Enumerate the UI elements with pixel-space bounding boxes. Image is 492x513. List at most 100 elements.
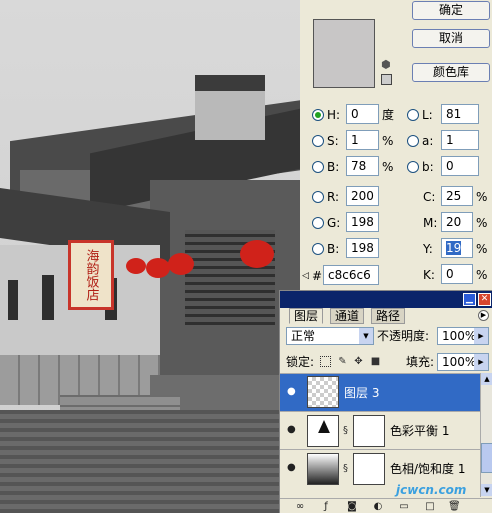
new-group-icon[interactable]: ▭: [398, 501, 410, 513]
trash-icon[interactable]: 🗑: [448, 501, 461, 513]
g-radio[interactable]: [312, 217, 324, 229]
hex-label: #: [312, 269, 323, 283]
window: [8, 280, 18, 320]
h-field[interactable]: 0: [346, 104, 379, 124]
layer-row[interactable]: ● § 色彩平衡 1: [280, 411, 480, 449]
a-label: a:: [422, 134, 434, 148]
web-safe-swatch-icon[interactable]: [381, 74, 392, 85]
add-mask-icon[interactable]: ◙: [346, 501, 358, 513]
blue-radio[interactable]: [312, 243, 324, 255]
ok-button[interactable]: 确定: [412, 1, 490, 20]
l-field[interactable]: 81: [441, 104, 479, 124]
palette-titlebar[interactable]: ▁ ✕: [280, 291, 492, 308]
r-field[interactable]: 200: [346, 186, 379, 206]
g-field[interactable]: 198: [346, 212, 379, 232]
b-lab-radio[interactable]: [407, 161, 419, 173]
r-radio[interactable]: [312, 191, 324, 203]
fill-label: 填充:: [406, 355, 435, 369]
lock-transparent-icon[interactable]: [320, 356, 331, 367]
b-lab-field[interactable]: 0: [441, 156, 479, 176]
dormer-window: [195, 75, 265, 140]
palette-menu-icon[interactable]: ▶: [478, 310, 489, 321]
lock-image-brush-icon[interactable]: ✎: [337, 356, 348, 367]
red-lantern: [240, 240, 274, 268]
tab-layers[interactable]: 图层: [289, 308, 324, 324]
watermark: jcwcn.com: [396, 483, 467, 497]
current-color-swatch[interactable]: [313, 59, 375, 88]
blue-field[interactable]: 198: [346, 238, 379, 258]
k-unit: %: [476, 268, 488, 282]
new-layer-icon[interactable]: □: [424, 501, 436, 513]
hex-indicator-icon: ◁: [302, 271, 309, 281]
blend-mode-select[interactable]: 正常 ▼: [286, 327, 374, 345]
r-label: R:: [327, 190, 340, 204]
tab-paths[interactable]: 路径: [371, 308, 406, 324]
eye-icon[interactable]: ●: [287, 425, 299, 435]
out-of-gamut-cube-icon[interactable]: ⬢: [381, 58, 393, 71]
m-unit: %: [476, 216, 488, 230]
b-radio[interactable]: [312, 161, 324, 173]
s-field[interactable]: 1: [346, 130, 379, 150]
h-label: H:: [327, 108, 341, 122]
c-unit: %: [476, 190, 488, 204]
mask-thumbnail[interactable]: [353, 415, 385, 447]
scroll-up-icon[interactable]: ▲: [481, 373, 492, 385]
lock-position-move-icon[interactable]: ✥: [353, 356, 364, 367]
adjustment-icon: [307, 453, 339, 485]
link-layers-icon[interactable]: ∞: [294, 501, 306, 513]
lock-all-icon[interactable]: ■: [370, 356, 381, 367]
layer-name: 色相/饱和度 1: [390, 462, 466, 476]
layers-scrollbar[interactable]: ▲ ▼: [480, 373, 492, 497]
s-unit: %: [382, 134, 394, 148]
layer-row[interactable]: ● § 色相/饱和度 1: [280, 449, 480, 487]
eye-icon[interactable]: ●: [287, 387, 299, 397]
cancel-button[interactable]: 取消: [412, 29, 490, 48]
c-field[interactable]: 25: [441, 186, 473, 206]
k-field[interactable]: 0: [441, 264, 473, 284]
m-field[interactable]: 20: [441, 212, 473, 232]
new-adjustment-icon[interactable]: ◐: [372, 501, 384, 513]
scroll-thumb[interactable]: [481, 443, 492, 473]
opacity-field[interactable]: 100% ▶: [437, 327, 489, 345]
chevron-down-icon: ▼: [359, 328, 373, 344]
b-unit: %: [382, 160, 394, 174]
y-field[interactable]: 19: [441, 238, 473, 258]
blue-label: B:: [327, 242, 340, 256]
s-radio[interactable]: [312, 135, 324, 147]
lock-label: 锁定:: [286, 355, 315, 369]
window: [42, 275, 54, 320]
hex-field[interactable]: c8c6c6: [323, 265, 379, 285]
layer-row[interactable]: ● 图层 3: [280, 373, 480, 411]
shop-banner: 海韵饭店: [68, 240, 114, 310]
mask-thumbnail[interactable]: [353, 453, 385, 485]
g-label: G:: [327, 216, 341, 230]
red-lantern: [126, 258, 146, 274]
opacity-label: 不透明度:: [377, 329, 430, 343]
a-field[interactable]: 1: [441, 130, 479, 150]
chain-link-icon[interactable]: §: [343, 462, 351, 476]
y-field-value: 19: [446, 241, 462, 255]
l-label: L:: [422, 108, 433, 122]
blend-mode-value: 正常: [291, 329, 316, 343]
close-icon[interactable]: ✕: [478, 293, 491, 306]
layer-thumbnail: [307, 376, 339, 408]
eye-icon[interactable]: ●: [287, 463, 299, 473]
chain-link-icon[interactable]: §: [343, 424, 351, 438]
layer-style-icon[interactable]: ƒ: [320, 501, 332, 513]
a-radio[interactable]: [407, 135, 419, 147]
chevron-right-icon: ▶: [474, 354, 488, 370]
new-color-swatch: [313, 19, 375, 60]
y-unit: %: [476, 242, 488, 256]
minimize-icon[interactable]: ▁: [463, 293, 476, 306]
b-lab-label: b:: [422, 160, 434, 174]
y-label: Y:: [423, 242, 433, 256]
l-radio[interactable]: [407, 109, 419, 121]
h-radio[interactable]: [312, 109, 324, 121]
chevron-right-icon: ▶: [474, 328, 488, 344]
c-label: C:: [423, 190, 436, 204]
canal-water: [0, 410, 300, 513]
b-field[interactable]: 78: [346, 156, 379, 176]
color-library-button[interactable]: 颜色库: [412, 63, 490, 82]
tab-channels[interactable]: 通道: [330, 308, 365, 324]
fill-field[interactable]: 100% ▶: [437, 353, 489, 371]
